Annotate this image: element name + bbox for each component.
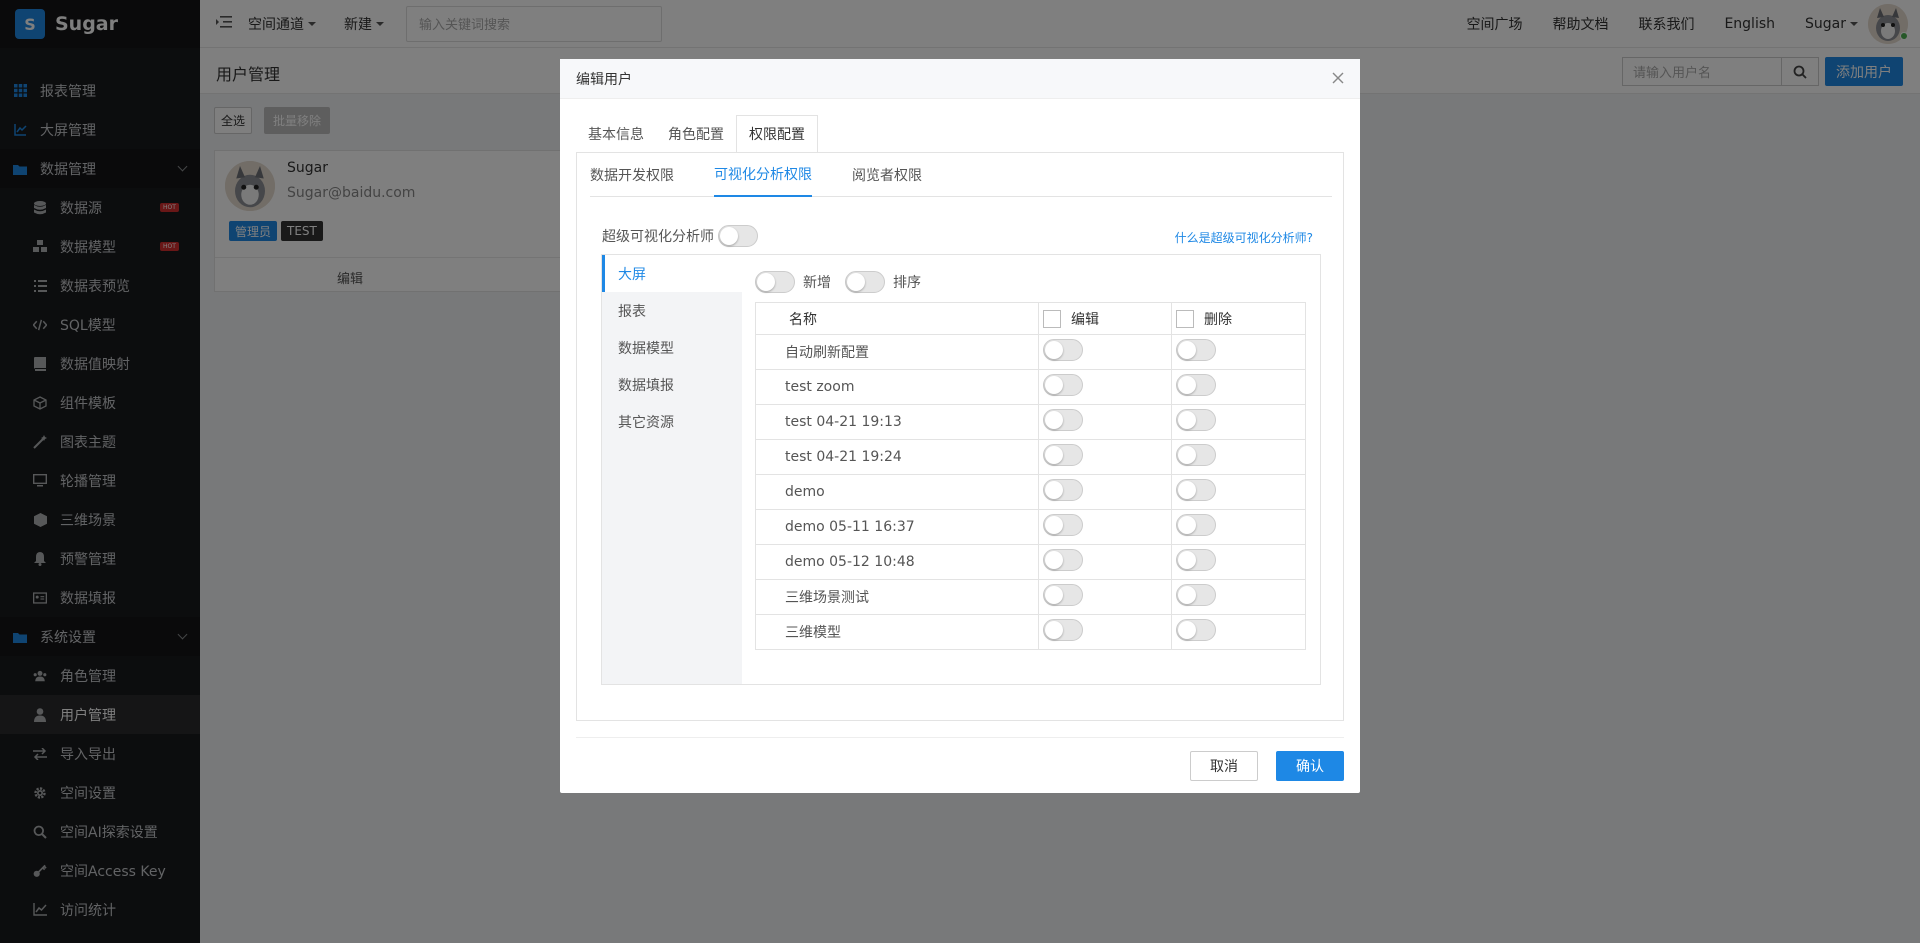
sort-permission-toggle[interactable] (845, 271, 885, 293)
delete-cell (1171, 544, 1306, 580)
resource-type-item[interactable]: 数据模型 (602, 329, 742, 366)
delete-all-checkbox[interactable] (1176, 309, 1194, 328)
resource-permission-box: 大屏 报表 数据模型 数据填报 其它资源 新增 排序 名称 编辑 删除 自动刷新配置 te… (601, 254, 1321, 685)
edit-cell (1038, 474, 1172, 510)
edit-permission-toggle[interactable] (1043, 374, 1083, 396)
table-row: test 04-21 19:13 (755, 404, 1306, 440)
edit-cell (1038, 369, 1172, 405)
add-permission-label: 新增 (803, 275, 831, 291)
edit-cell (1038, 334, 1172, 370)
table-row: demo (755, 474, 1306, 510)
delete-cell (1171, 579, 1306, 615)
tab-basic-info[interactable]: 基本信息 (576, 115, 656, 153)
edit-permission-toggle[interactable] (1043, 409, 1083, 431)
column-header-edit-label: 编辑 (1071, 311, 1099, 328)
table-row: test zoom (755, 369, 1306, 405)
delete-cell (1171, 474, 1306, 510)
modal-tabs: 基本信息 角色配置 权限配置 (576, 115, 818, 153)
resource-name: test zoom (755, 369, 1039, 405)
delete-cell (1171, 614, 1306, 650)
close-icon[interactable] (1330, 71, 1346, 87)
column-header-delete-label: 删除 (1204, 311, 1232, 328)
column-header-delete: 删除 (1171, 302, 1306, 335)
delete-permission-toggle[interactable] (1176, 549, 1216, 571)
delete-permission-toggle[interactable] (1176, 514, 1216, 536)
resource-toggles: 新增 排序 (755, 271, 935, 293)
resource-name: test 04-21 19:24 (755, 439, 1039, 475)
subtab-viewer[interactable]: 阅览者权限 (852, 153, 922, 197)
column-header-name: 名称 (755, 302, 1039, 335)
delete-permission-toggle[interactable] (1176, 619, 1216, 641)
modal-header: 编辑用户 (560, 59, 1360, 99)
resource-permission-table: 名称 编辑 删除 自动刷新配置 test zoom test 04-21 19:13… (755, 302, 1306, 650)
cancel-button[interactable]: 取消 (1190, 751, 1258, 781)
edit-cell (1038, 544, 1172, 580)
resource-type-item[interactable]: 报表 (602, 292, 742, 329)
table-row: demo 05-11 16:37 (755, 509, 1306, 545)
edit-cell (1038, 579, 1172, 615)
modal-footer-divider (576, 737, 1344, 738)
delete-cell (1171, 509, 1306, 545)
super-analyst-label: 超级可视化分析师 (602, 229, 714, 245)
add-permission-toggle[interactable] (755, 271, 795, 293)
table-header-row: 名称 编辑 删除 (755, 302, 1306, 335)
resource-type-item[interactable]: 其它资源 (602, 403, 742, 440)
confirm-button[interactable]: 确认 (1276, 751, 1344, 781)
permission-subtabs: 数据开发权限 可视化分析权限 阅览者权限 (590, 153, 1332, 197)
delete-permission-toggle[interactable] (1176, 339, 1216, 361)
delete-permission-toggle[interactable] (1176, 479, 1216, 501)
edit-permission-toggle[interactable] (1043, 584, 1083, 606)
column-header-edit: 编辑 (1038, 302, 1172, 335)
table-row: 三维场景测试 (755, 579, 1306, 615)
edit-cell (1038, 509, 1172, 545)
delete-permission-toggle[interactable] (1176, 444, 1216, 466)
resource-name: 三维场景测试 (755, 579, 1039, 615)
resource-type-list: 大屏 报表 数据模型 数据填报 其它资源 (602, 255, 742, 684)
table-row: 三维模型 (755, 614, 1306, 650)
delete-permission-toggle[interactable] (1176, 409, 1216, 431)
delete-permission-toggle[interactable] (1176, 584, 1216, 606)
resource-name: demo (755, 474, 1039, 510)
delete-cell (1171, 334, 1306, 370)
sort-permission-label: 排序 (893, 275, 921, 291)
tab-permission-config[interactable]: 权限配置 (736, 115, 818, 153)
table-row: test 04-21 19:24 (755, 439, 1306, 475)
resource-type-item[interactable]: 大屏 (602, 255, 742, 292)
resource-name: test 04-21 19:13 (755, 404, 1039, 440)
table-row: 自动刷新配置 (755, 334, 1306, 370)
edit-permission-toggle[interactable] (1043, 479, 1083, 501)
subtab-data-dev[interactable]: 数据开发权限 (590, 153, 674, 197)
edit-permission-toggle[interactable] (1043, 444, 1083, 466)
delete-cell (1171, 404, 1306, 440)
super-analyst-help-link[interactable]: 什么是超级可视化分析师? (1175, 229, 1313, 246)
modal-title: 编辑用户 (576, 71, 632, 88)
edit-cell (1038, 614, 1172, 650)
super-analyst-toggle[interactable] (718, 225, 758, 247)
edit-permission-toggle[interactable] (1043, 339, 1083, 361)
delete-permission-toggle[interactable] (1176, 374, 1216, 396)
tab-role-config[interactable]: 角色配置 (656, 115, 736, 153)
resource-name: 三维模型 (755, 614, 1039, 650)
resource-name: 自动刷新配置 (755, 334, 1039, 370)
delete-cell (1171, 369, 1306, 405)
delete-cell (1171, 439, 1306, 475)
edit-user-modal: 编辑用户 基本信息 角色配置 权限配置 数据开发权限 可视化分析权限 阅览者权限… (560, 59, 1360, 793)
super-analyst-row: 超级可视化分析师 (602, 225, 758, 247)
table-row: demo 05-12 10:48 (755, 544, 1306, 580)
edit-permission-toggle[interactable] (1043, 619, 1083, 641)
edit-cell (1038, 439, 1172, 475)
edit-permission-toggle[interactable] (1043, 514, 1083, 536)
edit-all-checkbox[interactable] (1043, 309, 1061, 328)
permission-panel: 数据开发权限 可视化分析权限 阅览者权限 超级可视化分析师 什么是超级可视化分析… (576, 152, 1344, 721)
edit-permission-toggle[interactable] (1043, 549, 1083, 571)
resource-name: demo 05-12 10:48 (755, 544, 1039, 580)
subtab-visual-analysis[interactable]: 可视化分析权限 (714, 153, 812, 197)
resource-name: demo 05-11 16:37 (755, 509, 1039, 545)
edit-cell (1038, 404, 1172, 440)
resource-type-item[interactable]: 数据填报 (602, 366, 742, 403)
